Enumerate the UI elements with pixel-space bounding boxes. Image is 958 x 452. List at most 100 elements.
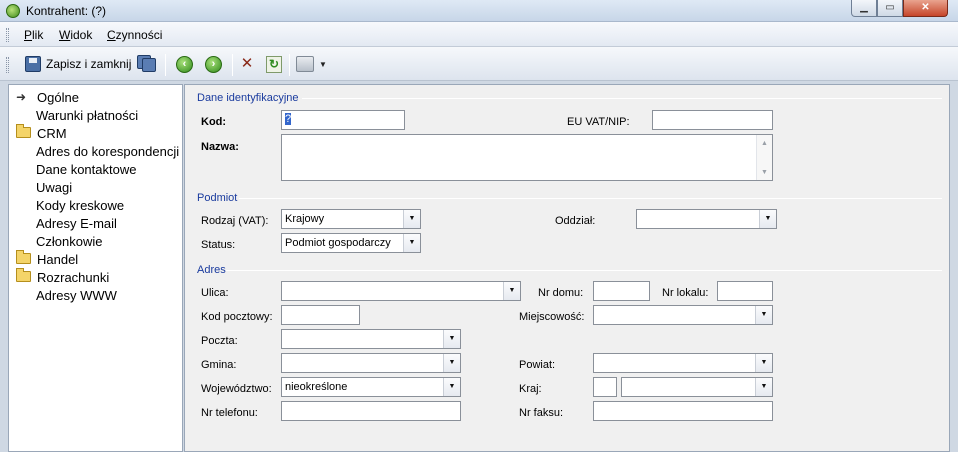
pointer-icon: ➜: [16, 90, 27, 104]
nr-faksu-label: Nr faksu:: [519, 407, 564, 419]
eu-vat-label: EU VAT/NIP:: [567, 116, 630, 128]
dropdown-arrow-icon[interactable]: ▼: [403, 210, 420, 228]
tree-item-czlonkowie[interactable]: Członkowie: [9, 232, 102, 250]
nazwa-scrollbar[interactable]: ▲ ▼: [756, 135, 772, 180]
dropdown-arrow-icon[interactable]: ▼: [759, 210, 776, 228]
nazwa-textarea[interactable]: ▲ ▼: [281, 134, 773, 181]
tree-item-crm[interactable]: CRM: [9, 123, 67, 142]
window-title: Kontrahent: (?): [26, 4, 107, 18]
next-button[interactable]: ›: [205, 54, 222, 74]
nr-lokalu-label: Nr lokalu:: [662, 287, 709, 299]
save-button[interactable]: [137, 54, 157, 74]
menu-plik[interactable]: Plik: [24, 28, 43, 42]
tools-button[interactable]: ✕: [238, 54, 256, 74]
kod-input[interactable]: ?: [281, 110, 405, 130]
dropdown-arrow-icon[interactable]: ▼: [443, 330, 460, 348]
navigation-tree: ➜ Ogólne Warunki płatności CRM Adres do …: [8, 84, 183, 452]
rodzaj-select[interactable]: Krajowy ▼: [281, 209, 421, 229]
menu-bar: Plik Widok Czynności: [0, 22, 958, 47]
kod-pocztowy-input[interactable]: [281, 305, 360, 325]
tree-item-handel[interactable]: Handel: [9, 249, 78, 268]
nr-telefonu-label: Nr telefonu:: [201, 407, 258, 419]
dropdown-arrow-icon[interactable]: ▼: [755, 354, 772, 372]
refresh-icon: ↻: [266, 55, 282, 73]
toolbar: Zapisz i zamknij ‹ › ✕ ↻ ▼: [0, 47, 958, 81]
menu-czynnosci[interactable]: Czynności: [107, 28, 162, 42]
nr-telefonu-input[interactable]: [281, 401, 461, 421]
toolbar-separator: [165, 54, 166, 76]
arrow-right-icon: ›: [205, 55, 222, 73]
dropdown-arrow-icon[interactable]: ▼: [443, 354, 460, 372]
oddzial-label: Oddział:: [555, 215, 596, 227]
poczta-label: Poczta:: [201, 335, 238, 347]
section-divider: [302, 98, 942, 99]
section-adres: Adres: [197, 264, 226, 276]
nr-faksu-input[interactable]: [593, 401, 773, 421]
print-button[interactable]: ▼: [296, 54, 327, 74]
toolbar-separator: [232, 54, 233, 76]
wojewodztwo-label: Województwo:: [201, 383, 272, 395]
tree-item-adresy-email[interactable]: Adresy E-mail: [9, 214, 117, 232]
save-icon: [25, 56, 41, 72]
arrow-left-icon: ‹: [176, 55, 193, 73]
folder-icon: [16, 123, 31, 138]
dropdown-arrow-icon[interactable]: ▼: [443, 378, 460, 396]
app-icon: [6, 4, 20, 18]
toolbar-separator: [289, 54, 290, 76]
oddzial-select[interactable]: ▼: [636, 209, 777, 229]
dropdown-arrow-icon[interactable]: ▼: [755, 306, 772, 324]
gmina-select[interactable]: ▼: [281, 353, 461, 373]
tree-item-uwagi[interactable]: Uwagi: [9, 178, 72, 196]
kraj-code-input[interactable]: [593, 377, 617, 397]
menu-grip: [6, 28, 9, 42]
section-divider: [226, 270, 942, 271]
kraj-select[interactable]: ▼: [621, 377, 773, 397]
close-button[interactable]: ✕: [903, 0, 948, 17]
dropdown-arrow-icon[interactable]: ▼: [755, 378, 772, 396]
gmina-label: Gmina:: [201, 359, 237, 371]
tree-item-warunki-platnosci[interactable]: Warunki płatności: [9, 106, 138, 124]
dropdown-arrow-icon[interactable]: ▼: [403, 234, 420, 252]
section-divider: [239, 198, 942, 199]
folder-icon: [16, 267, 31, 282]
section-podmiot: Podmiot: [197, 192, 238, 204]
powiat-select[interactable]: ▼: [593, 353, 773, 373]
toolbar-grip: [6, 57, 9, 73]
nazwa-label: Nazwa:: [201, 141, 239, 153]
previous-button[interactable]: ‹: [176, 54, 193, 74]
save-close-button[interactable]: Zapisz i zamknij: [25, 54, 131, 74]
miejscowosc-label: Miejscowość:: [519, 311, 585, 323]
tree-item-kody-kreskowe[interactable]: Kody kreskowe: [9, 196, 124, 214]
refresh-button[interactable]: ↻: [266, 54, 282, 74]
status-select[interactable]: Podmiot gospodarczy ▼: [281, 233, 421, 253]
title-bar: Kontrahent: (?) ▁ ▭ ✕: [0, 0, 958, 22]
kod-label: Kod:: [201, 116, 227, 128]
scroll-up-icon[interactable]: ▲: [757, 140, 772, 147]
tree-item-ogolne[interactable]: ➜ Ogólne: [9, 88, 79, 106]
dropdown-arrow-icon[interactable]: ▼: [319, 60, 327, 69]
dropdown-arrow-icon[interactable]: ▼: [503, 282, 520, 300]
eu-vat-input[interactable]: [652, 110, 773, 130]
ulica-select[interactable]: ▼: [281, 281, 521, 301]
tree-item-dane-kontaktowe[interactable]: Dane kontaktowe: [9, 160, 136, 178]
nr-domu-input[interactable]: [593, 281, 650, 301]
save-multiple-icon: [137, 55, 157, 73]
rodzaj-label: Rodzaj (VAT):: [201, 215, 269, 227]
tree-item-adres-korespondencji[interactable]: Adres do korespondencji: [9, 142, 179, 160]
tree-item-rozrachunki[interactable]: Rozrachunki: [9, 267, 109, 286]
ulica-label: Ulica:: [201, 287, 229, 299]
menu-widok[interactable]: Widok: [59, 28, 92, 42]
tree-item-adresy-www[interactable]: Adresy WWW: [9, 286, 117, 304]
wojewodztwo-select[interactable]: nieokreślone ▼: [281, 377, 461, 397]
maximize-button[interactable]: ▭: [877, 0, 903, 17]
tools-icon: ✕: [240, 55, 254, 72]
kraj-label: Kraj:: [519, 383, 542, 395]
nr-lokalu-input[interactable]: [717, 281, 773, 301]
save-close-label: Zapisz i zamknij: [46, 57, 132, 71]
poczta-select[interactable]: ▼: [281, 329, 461, 349]
status-label: Status:: [201, 239, 236, 251]
scroll-down-icon[interactable]: ▼: [757, 169, 772, 176]
miejscowosc-select[interactable]: ▼: [593, 305, 773, 325]
minimize-button[interactable]: ▁: [851, 0, 877, 17]
nr-domu-label: Nr domu:: [538, 287, 584, 299]
